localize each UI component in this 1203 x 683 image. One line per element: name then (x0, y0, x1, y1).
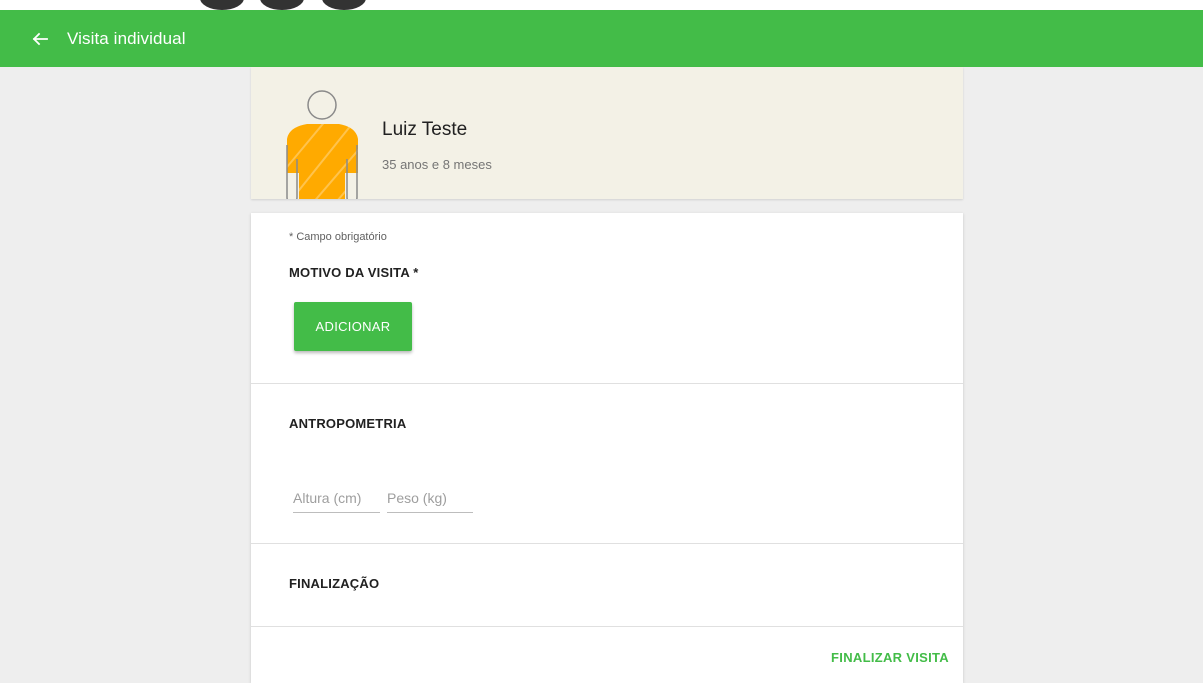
app-bar: Visita individual (0, 10, 1203, 67)
add-reason-button[interactable]: ADICIONAR (294, 302, 412, 351)
patient-age: 35 anos e 8 meses (382, 157, 492, 172)
weight-field[interactable] (387, 486, 473, 513)
visit-form: * Campo obrigatório MOTIVO DA VISITA * A… (251, 213, 963, 683)
required-field-note: * Campo obrigatório (289, 231, 387, 243)
section-title-visit-reason: MOTIVO DA VISITA * (289, 265, 419, 280)
arrow-left-icon[interactable] (27, 26, 53, 52)
height-field[interactable] (293, 486, 380, 513)
divider (251, 626, 963, 627)
divider (251, 543, 963, 544)
decorative-shape (322, 0, 366, 10)
top-status-strip (0, 0, 1203, 10)
height-input[interactable] (293, 486, 380, 510)
decorative-shape (260, 0, 304, 10)
section-title-finalization: FINALIZAÇÃO (289, 576, 380, 591)
patient-name: Luiz Teste (382, 119, 468, 140)
finalize-visit-button[interactable]: FINALIZAR VISITA (831, 650, 949, 665)
weight-input[interactable] (387, 486, 473, 510)
divider (251, 383, 963, 384)
person-avatar-icon (277, 89, 367, 204)
page-title: Visita individual (67, 28, 186, 48)
patient-header: Luiz Teste 35 anos e 8 meses (251, 67, 963, 204)
section-title-anthropometry: ANTROPOMETRIA (289, 416, 407, 431)
decorative-shape (200, 0, 244, 10)
